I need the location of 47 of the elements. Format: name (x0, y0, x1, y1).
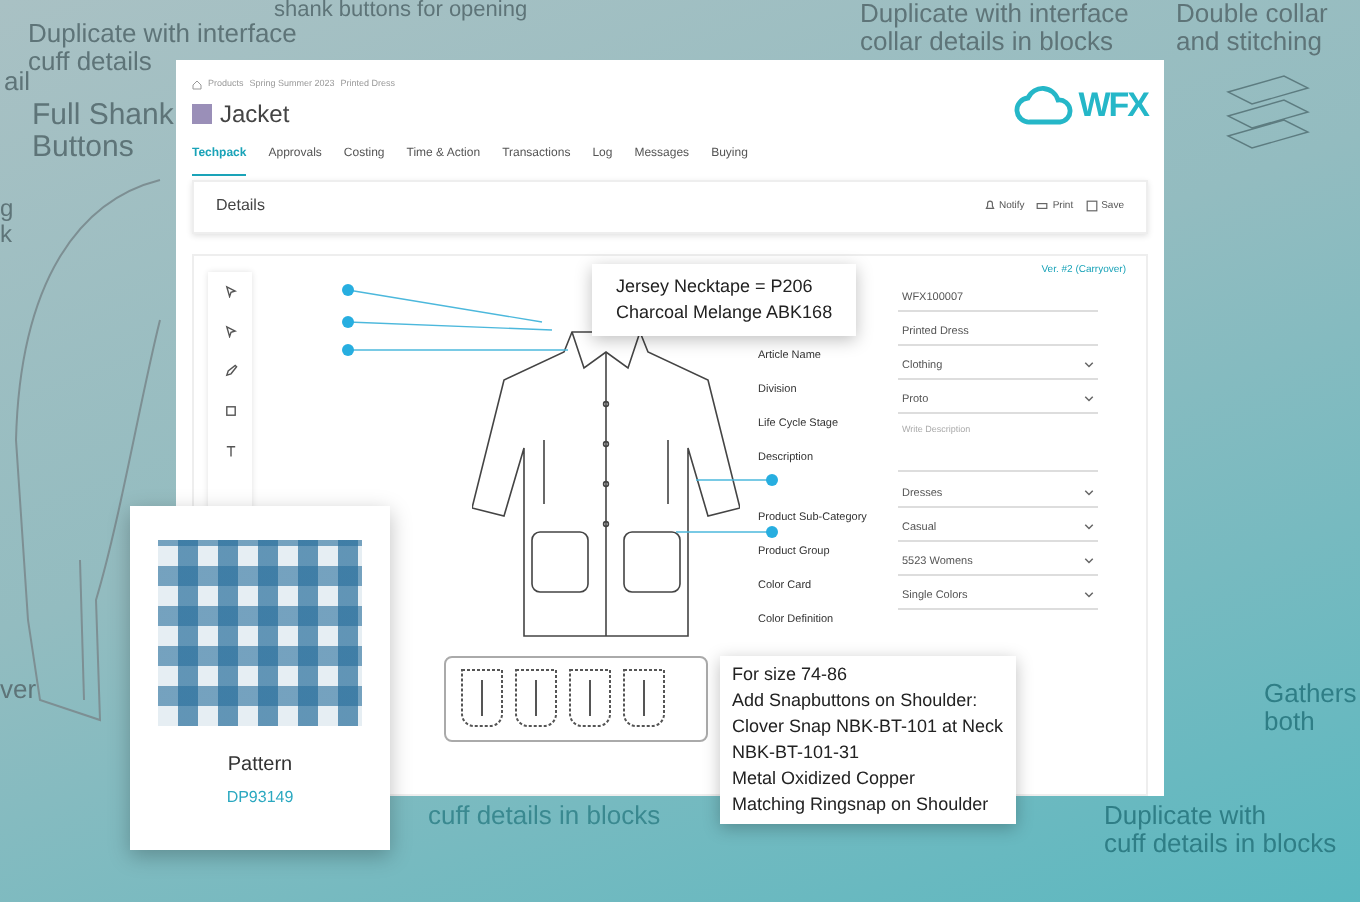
background-note: and stitching (1176, 27, 1322, 55)
background-note: Full Shank (32, 100, 174, 132)
background-note: both (1264, 707, 1315, 735)
text-tool-icon[interactable] (223, 443, 237, 458)
background-note: Gathers (1264, 680, 1357, 708)
printer-icon (1036, 200, 1049, 213)
pointer-icon[interactable] (223, 323, 237, 338)
background-note: collar details in blocks (860, 27, 1113, 55)
background-note: Duplicate with interface (28, 20, 297, 48)
chevron-down-icon (1084, 490, 1094, 497)
section-title: Details (216, 194, 265, 219)
leader-line (670, 525, 778, 538)
callout-note: Jersey Necktape = P206 Charcoal Melange ABK168 (592, 264, 857, 337)
background-note: Duplicate with interface (860, 0, 1129, 28)
background-note: cuff details in blocks (1104, 829, 1337, 857)
chevron-down-icon (1084, 558, 1094, 565)
background-note: Buttons (32, 131, 134, 163)
pocket-icon (514, 668, 558, 729)
crop-icon[interactable] (223, 403, 237, 418)
background-note: shank buttons for opening (274, 0, 528, 23)
background-note: ail (4, 68, 31, 96)
chevron-down-icon (1084, 396, 1094, 403)
pattern-title: Pattern (227, 752, 293, 780)
background-note: cuff details (28, 47, 152, 75)
stitch-detail-drawing (1224, 72, 1312, 152)
background-note: g (0, 196, 14, 222)
callout-note: For size 74-86 Add Snapbuttons on Shoulder: Clover Snap NBK-BT-101 at Neck NBK-BT-101-31 Metal Oxidized Copper Matching Ringsnap on Shoulder (720, 656, 1016, 825)
save-icon (1085, 200, 1098, 213)
brand-logo-text: WFX (1078, 84, 1148, 129)
background-note: cuff details in blocks (428, 802, 661, 830)
pencil-icon[interactable] (223, 363, 237, 378)
leader-line (690, 473, 778, 486)
background-note: k (0, 221, 12, 247)
chevron-down-icon (1084, 592, 1094, 599)
background-note: Duplicate with (1104, 802, 1266, 830)
cloud-icon (1014, 85, 1075, 126)
background-note: Double collar (1176, 0, 1328, 28)
pocket-icon (460, 668, 504, 729)
bell-icon (983, 200, 996, 213)
background-note: ver (0, 676, 37, 704)
chevron-down-icon (1084, 362, 1094, 369)
pocket-icon (568, 668, 612, 729)
product-thumbnail (192, 103, 212, 124)
chevron-down-icon (1084, 524, 1094, 531)
home-icon[interactable] (192, 79, 202, 90)
pocket-icon (622, 668, 666, 729)
page-title: Jacket (220, 97, 290, 132)
